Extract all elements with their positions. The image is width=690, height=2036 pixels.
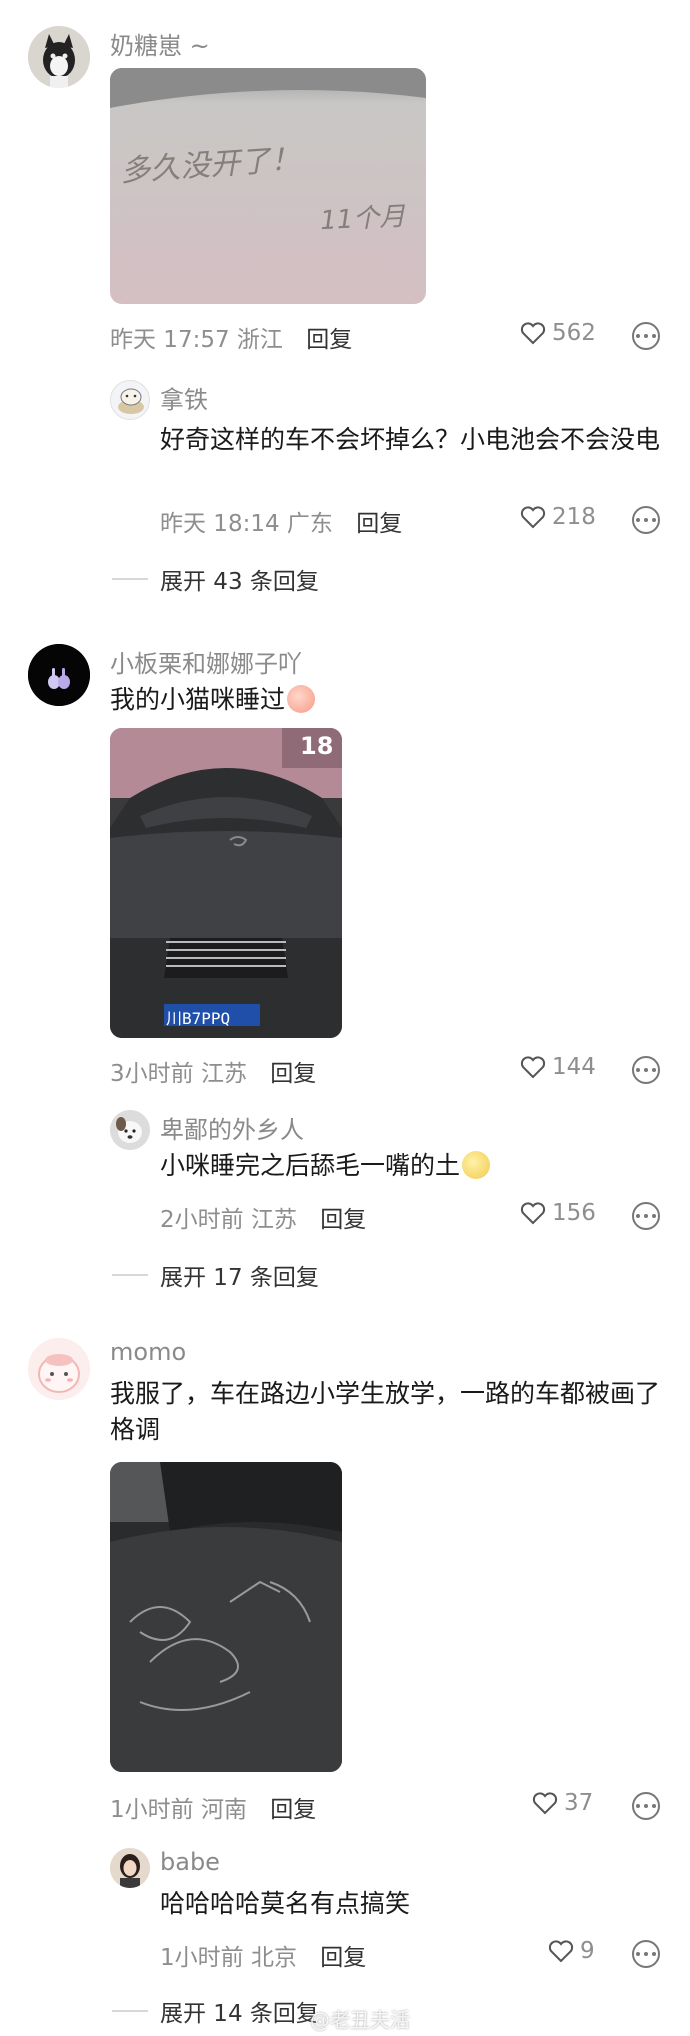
more-options-icon[interactable]: [632, 322, 660, 350]
like-button[interactable]: 562: [520, 320, 596, 346]
parking-sign: 18: [300, 732, 334, 760]
comment-time: 1小时前: [110, 1797, 194, 1823]
expand-replies-label: 展开 43 条回复: [160, 569, 319, 595]
girl-avatar-icon: [110, 1848, 150, 1888]
expand-replies-button[interactable]: 展开 14 条回复: [112, 1994, 319, 2028]
like-count: 9: [580, 1938, 595, 1964]
reply-button[interactable]: 回复: [270, 1061, 316, 1087]
heart-outline-icon: [520, 1056, 546, 1079]
avatar[interactable]: [28, 26, 90, 88]
reply-time: 昨天 18:14: [160, 511, 280, 537]
cat-avatar-icon: [28, 26, 90, 88]
reply-location: 广东: [286, 511, 333, 537]
more-options-icon[interactable]: [632, 1056, 660, 1084]
like-button[interactable]: 218: [520, 504, 596, 530]
expand-replies-label: 展开 14 条回复: [160, 2001, 319, 2027]
comment-location: 浙江: [236, 327, 283, 353]
comment-location: 江苏: [200, 1061, 247, 1087]
heart-outline-icon: [532, 1792, 558, 1815]
latte-avatar-icon: [118, 388, 144, 414]
more-options-icon[interactable]: [632, 1792, 660, 1820]
heart-outline-icon: [520, 1202, 546, 1225]
reply-location: 江苏: [250, 1207, 297, 1233]
reply-username[interactable]: 卑鄙的外乡人: [160, 1110, 304, 1145]
divider: [112, 2010, 148, 2012]
avatar[interactable]: [28, 1338, 90, 1400]
comment-username[interactable]: 小板栗和娜娜子吖: [110, 644, 302, 679]
dog-avatar-icon: [110, 1110, 150, 1150]
reply-content: 哈哈哈哈莫名有点搞笑: [160, 1889, 411, 1918]
pink-character-avatar-icon: [28, 1338, 90, 1400]
heart-outline-icon: [548, 1940, 574, 1963]
expand-replies-button[interactable]: 展开 43 条回复: [112, 562, 319, 596]
heart-outline-icon: [520, 506, 546, 529]
like-count: 144: [552, 1054, 596, 1080]
reply-meta: 昨天 18:14 广东 回复: [160, 504, 402, 538]
reply-meta: 2小时前 江苏 回复: [160, 1200, 366, 1234]
reply-button[interactable]: 回复: [306, 327, 352, 353]
like-count: 562: [552, 320, 596, 346]
comment-content: 我服了，车在路边小学生放学，一路的车都被画了格调: [110, 1379, 661, 1444]
watermark: @老丑夫活: [310, 2008, 410, 2032]
avatar[interactable]: [110, 1848, 150, 1888]
bunny-avatar-icon: [28, 644, 90, 706]
divider: [112, 1274, 148, 1276]
avatar[interactable]: [110, 1110, 150, 1150]
reply-button[interactable]: 回复: [320, 1207, 366, 1233]
reply-button[interactable]: 回复: [270, 1797, 316, 1823]
comment-location: 河南: [200, 1797, 247, 1823]
more-options-icon[interactable]: [632, 1940, 660, 1968]
comment-meta: 昨天 17:57 浙江 回复: [110, 320, 352, 354]
like-button[interactable]: 9: [548, 1938, 595, 1964]
grin-emoji-icon: [462, 1151, 491, 1179]
reply-username[interactable]: 拿铁: [160, 380, 208, 415]
reply-time: 1小时前: [160, 1945, 244, 1971]
comment-username[interactable]: momo: [110, 1338, 186, 1366]
avatar[interactable]: [110, 380, 150, 420]
divider: [112, 578, 148, 580]
more-options-icon[interactable]: [632, 506, 660, 534]
comment-meta: 1小时前 河南 回复: [110, 1790, 316, 1824]
reply-button[interactable]: 回复: [320, 1945, 366, 1971]
license-plate: 川B7PPQ: [166, 1009, 231, 1028]
reply-content: 小咪睡完之后舔毛一嘴的土: [160, 1148, 491, 1184]
comment-content: 我的小猫咪睡过: [110, 682, 316, 718]
reply-meta: 1小时前 北京 回复: [160, 1938, 366, 1972]
comment-time: 昨天 17:57: [110, 327, 230, 353]
comment-meta: 3小时前 江苏 回复: [110, 1054, 316, 1088]
expand-replies-button[interactable]: 展开 17 条回复: [112, 1258, 319, 1292]
reply-time: 2小时前: [160, 1207, 244, 1233]
comment-photo[interactable]: [110, 1462, 342, 1772]
scribbled-car-hood-photo: [110, 1462, 342, 1772]
peach-emoji-icon: [287, 685, 316, 713]
like-button[interactable]: 156: [520, 1200, 596, 1226]
expand-replies-label: 展开 17 条回复: [160, 1265, 319, 1291]
comment-photo[interactable]: 川B7PPQ 18: [110, 728, 342, 1038]
heart-outline-icon: [520, 322, 546, 345]
comment-text: 我的小猫咪睡过: [110, 685, 286, 714]
comment-username[interactable]: 奶糖崽 ~: [110, 26, 210, 61]
like-count: 156: [552, 1200, 596, 1226]
like-count: 37: [564, 1790, 594, 1816]
like-button[interactable]: 144: [520, 1054, 596, 1080]
like-count: 218: [552, 504, 596, 530]
comment-time: 3小时前: [110, 1061, 194, 1087]
avatar[interactable]: [28, 644, 90, 706]
reply-location: 北京: [250, 1945, 297, 1971]
reply-button[interactable]: 回复: [356, 511, 402, 537]
reply-text: 小咪睡完之后舔毛一嘴的土: [160, 1151, 461, 1180]
reply-username[interactable]: babe: [160, 1848, 220, 1876]
like-button[interactable]: 37: [532, 1790, 593, 1816]
dusty-black-car-photo: [110, 728, 342, 1038]
more-options-icon[interactable]: [632, 1202, 660, 1230]
car-hood-scrawl: 11个月: [319, 201, 406, 237]
comment-photo[interactable]: 多久没开了！ 11个月: [110, 68, 426, 304]
reply-content: 好奇这样的车不会坏掉么？小电池会不会没电: [160, 425, 661, 454]
